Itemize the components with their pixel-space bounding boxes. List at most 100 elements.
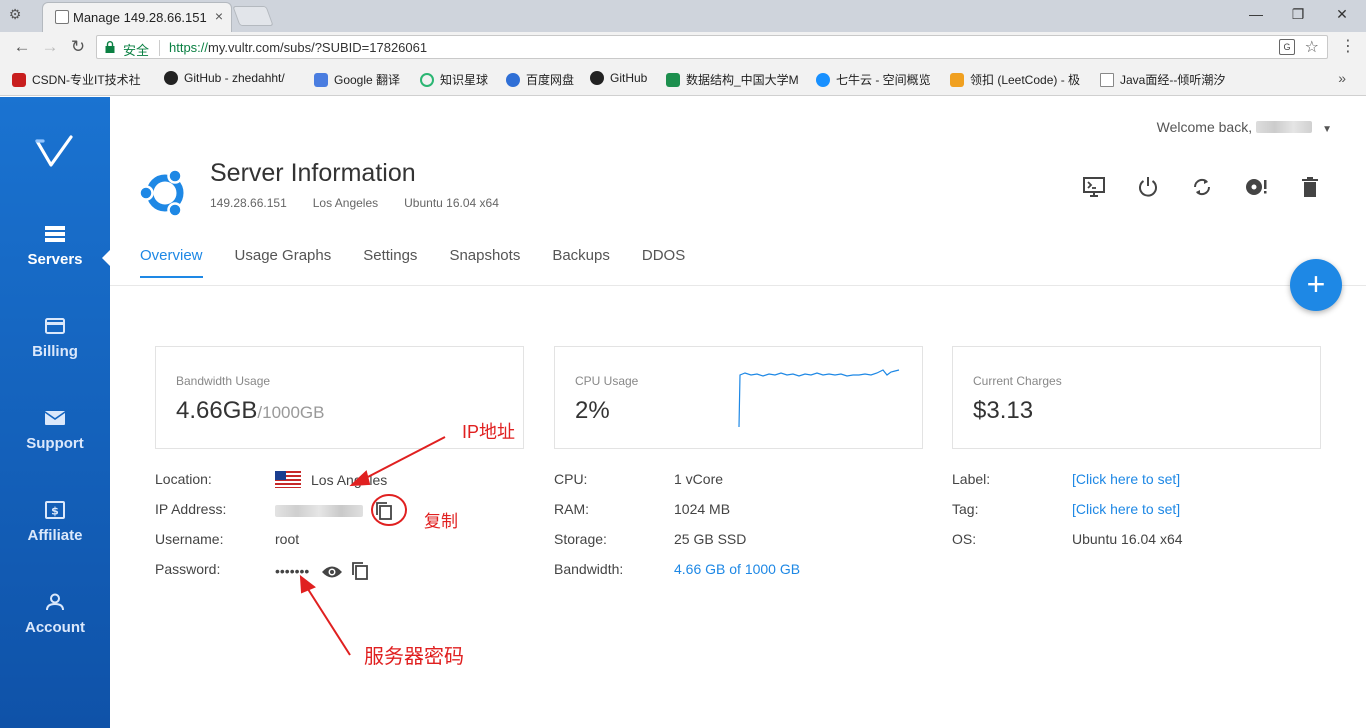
bookmark-baidu-pan[interactable]: 百度网盘 (506, 71, 586, 89)
sidebar-item-label: Account (25, 619, 85, 636)
bookmark-data-structure[interactable]: 数据结构_中国大学M (666, 71, 806, 89)
trash-icon[interactable] (1298, 175, 1322, 199)
redacted-username (1256, 121, 1313, 133)
back-icon[interactable]: ← (10, 36, 34, 58)
bookmark-github-zhedahht[interactable]: GitHub - zhedahht/ (164, 71, 300, 89)
server-tabs: Overview Usage Graphs Settings Snapshots Bac… (140, 247, 717, 287)
new-tab-button[interactable] (232, 6, 274, 26)
address-bar[interactable]: 安全 https://my.vultr.com/subs/?SUBID=1782… (96, 35, 1328, 59)
account-icon (46, 593, 64, 611)
card-value: 2% (575, 397, 610, 424)
bookmark-csdn[interactable]: CSDN-专业IT技术社 (12, 71, 152, 89)
show-password-icon[interactable] (321, 564, 343, 580)
bandwidth-link[interactable]: 4.66 GB of 1000 GB (674, 561, 800, 577)
server-meta: 149.28.66.151 Los Angeles Ubuntu 16.04 x64 (210, 196, 525, 210)
sidebar-item-label: Servers (27, 251, 83, 268)
sidebar-item-account[interactable]: Account (0, 593, 110, 663)
bookmark-zsxq[interactable]: 知识星球 (420, 71, 500, 89)
welcome-text: Welcome back, (1156, 119, 1253, 135)
bookmark-leetcode[interactable]: 领扣 (LeetCode) - 极 (950, 71, 1090, 89)
incognito-icon[interactable]: ⚙ (4, 6, 26, 24)
detail-cpu: CPU: 1 vCore (554, 471, 914, 491)
detail-key: IP Address: (155, 501, 227, 517)
copy-password-icon[interactable] (351, 561, 369, 581)
bookmark-qiniu[interactable]: 七牛云 - 空间概览 (816, 71, 940, 89)
omnibox-divider (159, 40, 160, 56)
bookmark-star-icon[interactable]: ☆ (1305, 37, 1319, 57)
server-actions (1052, 175, 1322, 199)
redacted-ip (275, 505, 363, 517)
sidebar-item-servers[interactable]: Servers (0, 225, 111, 295)
detail-value: Los Angeles (275, 471, 387, 488)
servers-icon (45, 226, 65, 242)
user-menu[interactable]: Welcome back, ▼ (1157, 119, 1332, 135)
tab-overview[interactable]: Overview (140, 247, 203, 278)
vultr-logo-icon[interactable] (34, 133, 74, 173)
baidu-pan-icon (506, 73, 520, 87)
forward-icon[interactable]: → (38, 36, 62, 58)
tab-ddos[interactable]: DDOS (642, 247, 685, 276)
console-icon[interactable] (1082, 175, 1106, 199)
bookmark-label: 知识星球 (440, 73, 489, 87)
set-tag-link[interactable]: [Click here to set] (1072, 501, 1180, 517)
tab-title: Manage 149.28.66.151 (73, 10, 207, 25)
copy-ip-icon[interactable] (375, 501, 393, 521)
sidebar-item-affiliate[interactable]: $ Affiliate (0, 501, 110, 571)
url-protocol: https:// (169, 40, 209, 55)
detail-storage: Storage: 25 GB SSD (554, 531, 914, 551)
browser-menu-icon[interactable]: ⋮ (1340, 36, 1356, 56)
bookmark-label: 七牛云 - 空间概览 (836, 73, 931, 87)
bookmark-github[interactable]: GitHub (590, 71, 660, 89)
detail-key: Tag: (952, 501, 979, 517)
support-icon (44, 411, 66, 425)
card-value: 4.66GB/1000GB (176, 397, 325, 425)
browser-tab[interactable]: Manage 149.28.66.151 × (42, 2, 232, 32)
charges-card: Current Charges $3.13 (952, 346, 1321, 449)
bookmark-label: 领扣 (LeetCode) - 极 (970, 73, 1081, 87)
mooc-icon (666, 73, 680, 87)
bookmarks-bar: CSDN-专业IT技术社 GitHub - zhedahht/ Google 翻… (0, 62, 1366, 96)
minimize-icon[interactable]: — (1236, 4, 1276, 24)
power-icon[interactable] (1136, 175, 1160, 199)
sidebar-item-label: Support (26, 435, 84, 452)
restore-icon[interactable]: ❐ (1278, 4, 1318, 24)
close-window-icon[interactable]: ✕ (1322, 4, 1362, 24)
tab-settings[interactable]: Settings (363, 247, 417, 276)
bookmark-java-interview[interactable]: Java面经--倾听潮汐 (1100, 71, 1240, 89)
close-tab-icon[interactable]: × (215, 8, 223, 24)
add-server-button[interactable]: + (1290, 259, 1342, 311)
tab-usage-graphs[interactable]: Usage Graphs (235, 247, 332, 276)
tab-backups[interactable]: Backups (552, 247, 610, 276)
reinstall-icon[interactable] (1244, 175, 1268, 199)
page-title: Server Information (210, 159, 416, 187)
translate-icon (314, 73, 328, 87)
reload-icon[interactable]: ↻ (66, 36, 90, 58)
detail-key: Label: (952, 471, 991, 487)
detail-key: CPU: (554, 471, 588, 487)
page-icon (1100, 73, 1114, 87)
detail-label: Label: [Click here to set] (952, 471, 1312, 491)
server-os: Ubuntu 16.04 x64 (404, 196, 499, 210)
lock-icon (105, 41, 115, 53)
tab-snapshots[interactable]: Snapshots (449, 247, 520, 276)
sidebar-item-support[interactable]: Support (0, 409, 110, 479)
server-location: Los Angeles (312, 196, 379, 210)
more-bookmarks-icon[interactable]: » (1338, 70, 1346, 86)
detail-password: Password: ••••••• (155, 561, 515, 581)
cpu-value: 1 vCore (674, 471, 724, 487)
detail-key: OS: (952, 531, 977, 547)
detail-value: ••••••• (275, 561, 369, 581)
ubuntu-icon (138, 168, 184, 218)
detail-bandwidth: Bandwidth: 4.66 GB of 1000 GB (554, 561, 914, 581)
card-value: $3.13 (973, 397, 1034, 424)
sidebar-item-billing[interactable]: Billing (0, 317, 110, 387)
detail-key: RAM: (554, 501, 589, 517)
bookmark-google-translate[interactable]: Google 翻译 (314, 71, 410, 89)
sidebar-item-label: Billing (32, 343, 78, 360)
detail-key: Location: (155, 471, 212, 487)
url-text[interactable]: https://my.vultr.com/subs/?SUBID=1782606… (169, 40, 427, 55)
detail-location: Location: Los Angeles (155, 471, 515, 491)
set-label-link[interactable]: [Click here to set] (1072, 471, 1180, 487)
restart-icon[interactable] (1190, 175, 1214, 199)
translate-icon[interactable]: G (1279, 39, 1295, 55)
